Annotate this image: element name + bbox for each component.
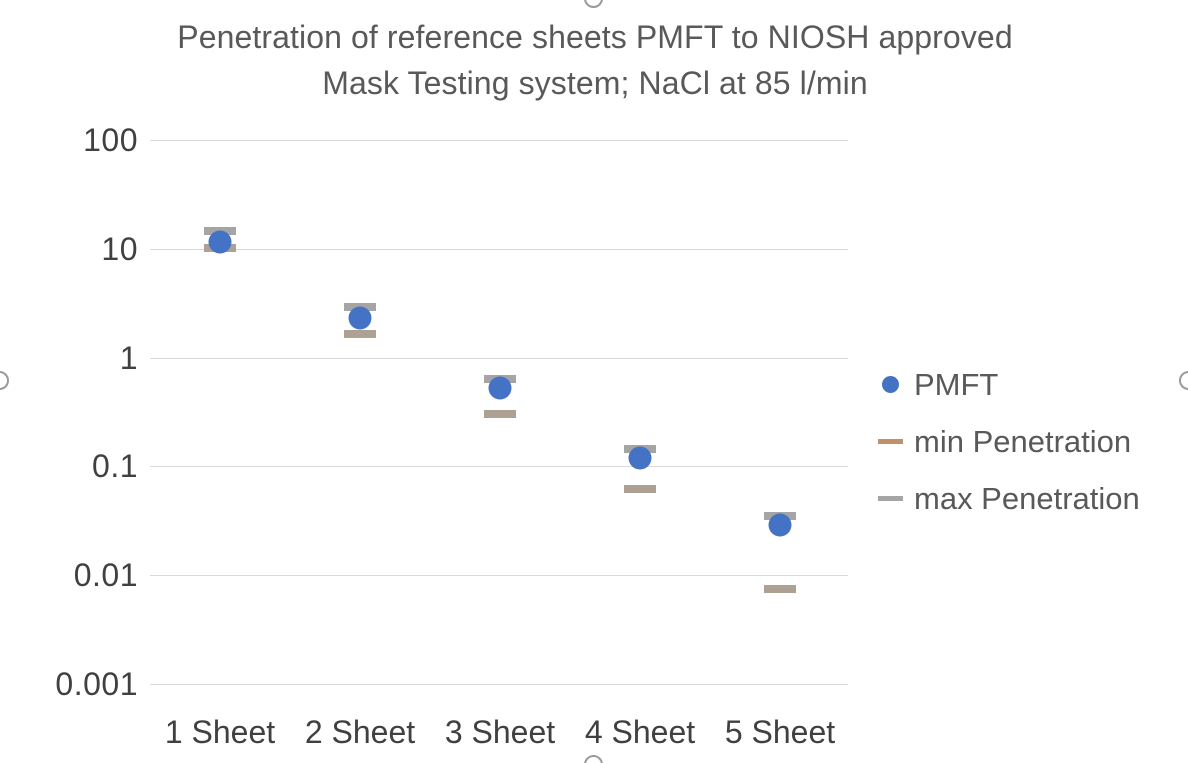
y-axis-tick-label: 0.01 [73, 557, 138, 594]
plot-area[interactable] [150, 120, 850, 700]
y-axis-tick-label: 10 [101, 230, 138, 267]
gridline [150, 357, 848, 359]
data-point-marker[interactable] [484, 410, 516, 419]
dash-marker-icon [872, 496, 908, 501]
x-axis-tick-label: 2 Sheet [304, 714, 416, 750]
legend-item-pmft[interactable]: PMFT [872, 356, 1182, 413]
data-point-marker[interactable] [208, 230, 232, 254]
chart-object[interactable]: Penetration of reference sheets PMFT to … [0, 0, 1188, 763]
data-point-marker[interactable] [348, 306, 372, 330]
gridline [150, 575, 848, 577]
gridline [150, 684, 848, 685]
legend-item-label: PMFT [914, 366, 999, 402]
legend-item-max-penetration[interactable]: max Penetration [872, 470, 1182, 527]
y-axis-tick-label: 1 [119, 339, 138, 376]
dash-marker-icon [872, 439, 908, 444]
y-axis-tick-label: 0.001 [55, 666, 138, 702]
top-resize-handle[interactable] [584, 0, 603, 8]
circle-marker-icon [872, 376, 908, 393]
x-axis[interactable]: 1 Sheet 2 Sheet 3 Sheet 4 Sheet 5 Sheet [150, 712, 850, 758]
x-axis-tick-label: 3 Sheet [444, 714, 556, 750]
gridline [150, 466, 848, 468]
data-point-marker[interactable] [764, 584, 796, 593]
data-point-marker[interactable] [624, 484, 656, 493]
data-point-marker[interactable] [628, 446, 652, 470]
chart-title: Penetration of reference sheets PMFT to … [177, 19, 1013, 101]
y-axis-tick-label: 100 [83, 122, 138, 158]
data-point-marker[interactable] [488, 376, 512, 400]
legend-item-label: max Penetration [914, 480, 1140, 516]
x-axis-tick-label: 4 Sheet [584, 714, 696, 750]
gridline [150, 248, 848, 250]
legend-item-label: min Penetration [914, 423, 1132, 459]
gridline [150, 140, 848, 141]
legend-item-min-penetration[interactable]: min Penetration [872, 413, 1182, 470]
y-axis-tick-label: 0.1 [92, 448, 138, 485]
y-axis[interactable]: 100 10 1 0.1 0.01 0.001 [0, 110, 138, 710]
x-axis-tick-label: 1 Sheet [164, 714, 276, 750]
x-axis-tick-label: 5 Sheet [724, 714, 836, 750]
chart-legend[interactable]: PMFT min Penetration max Penetration [872, 356, 1182, 527]
data-point-marker[interactable] [768, 513, 792, 537]
data-point-marker[interactable] [344, 329, 376, 338]
